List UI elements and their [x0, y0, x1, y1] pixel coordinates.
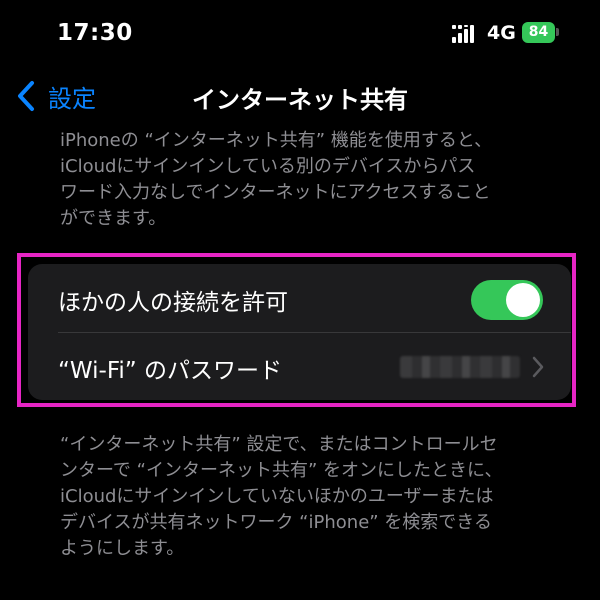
description-bottom: “インターネット共有” 設定で、またはコントロールセ ンターで “インターネット… — [60, 432, 550, 562]
page-title: インターネット共有 — [192, 86, 408, 114]
signal-bars-icon — [452, 25, 474, 43]
status-time: 17:30 — [57, 20, 133, 46]
battery-level: 84 — [528, 24, 549, 40]
battery-charging-icon: 84 — [522, 22, 555, 43]
battery-tip — [556, 28, 559, 36]
highlight-annotation — [17, 253, 576, 407]
description-line: iCloudにサインインしていないほかのユーザーまたは — [60, 486, 494, 507]
description-line: ンターで “インターネット共有” をオンにしたときに、 — [60, 460, 503, 481]
description-top: iPhoneの “インターネット共有” 機能を使用すると、 iCloudにサイン… — [60, 128, 550, 232]
description-line: iCloudにサインインしている別のデバイスからパス — [60, 156, 476, 177]
status-bar: 17:30 4G 84 — [0, 0, 600, 64]
description-line: “インターネット共有” 設定で、またはコントロールセ — [60, 434, 498, 455]
description-line: ワード入力なしでインターネットにアクセスすること — [60, 182, 491, 203]
description-line: iPhoneの “インターネット共有” 機能を使用すると、 — [60, 130, 493, 151]
description-line: ができます。 — [60, 208, 167, 229]
description-line: デバイスが共有ネットワーク “iPhone” を検索できる — [60, 512, 492, 533]
description-line: ようにします。 — [60, 538, 185, 559]
network-type: 4G — [487, 22, 516, 44]
